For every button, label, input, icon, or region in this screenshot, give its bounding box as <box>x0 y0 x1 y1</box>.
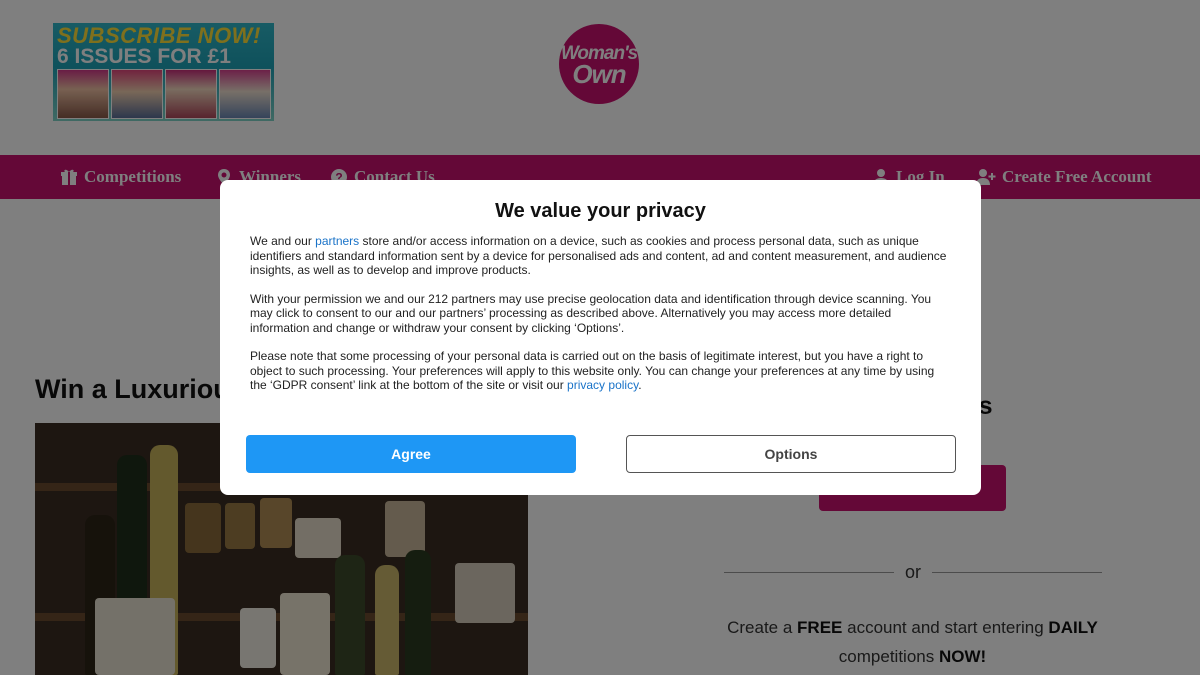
privacy-policy-link[interactable]: privacy policy <box>567 378 638 392</box>
partners-link[interactable]: partners <box>315 234 359 248</box>
consent-paragraph-2: With your permission we and our 212 part… <box>250 291 932 335</box>
consent-paragraph-1: We and our partners store and/or access … <box>250 234 952 278</box>
dialog-body: We and our partners store and/or access … <box>250 234 952 407</box>
privacy-consent-dialog: We value your privacy We and our partner… <box>220 180 981 495</box>
page: SUBSCRIBE NOW! 6 ISSUES FOR £1 Woman's O… <box>0 0 1200 675</box>
agree-button[interactable]: Agree <box>246 435 576 473</box>
dialog-title: We value your privacy <box>495 200 706 222</box>
text: . <box>638 378 642 392</box>
options-button[interactable]: Options <box>626 435 956 473</box>
consent-paragraph-3: Please note that some processing of your… <box>250 349 952 393</box>
text: We and our <box>250 234 316 248</box>
